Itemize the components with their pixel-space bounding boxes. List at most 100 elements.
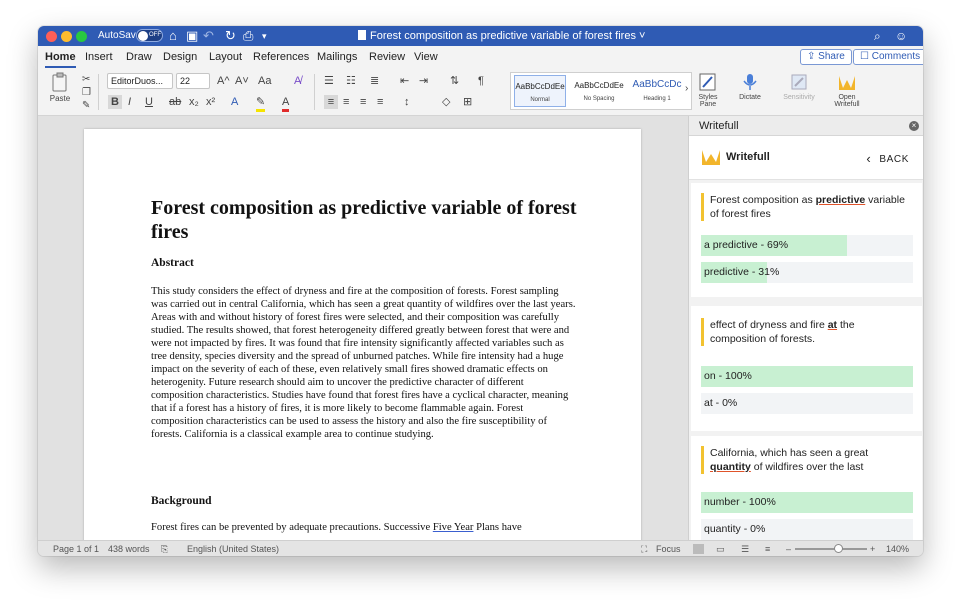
- option-label: a predictive - 69%: [704, 239, 789, 251]
- suggestion-option[interactable]: at - 0%: [701, 393, 913, 414]
- cut-icon[interactable]: ✂: [82, 73, 90, 87]
- subscript-button[interactable]: x₂: [189, 95, 199, 109]
- tab-design[interactable]: Design: [163, 51, 197, 63]
- underline-button[interactable]: U: [145, 95, 153, 109]
- print-icon[interactable]: ⎙: [243, 28, 253, 44]
- autosave-toggle[interactable]: OFF: [136, 29, 163, 42]
- share-button[interactable]: ⇪ Share: [800, 49, 852, 65]
- language-status[interactable]: English (United States): [187, 544, 279, 554]
- minimize-window-button[interactable]: [61, 31, 72, 42]
- gallery-more-icon[interactable]: ›: [685, 82, 688, 96]
- clear-format-icon[interactable]: A̸: [294, 74, 301, 88]
- suggestion-option[interactable]: a predictive - 69%: [701, 235, 913, 256]
- context-after: of wildfires over the last: [750, 461, 864, 473]
- tab-home[interactable]: Home: [45, 51, 76, 68]
- align-left-icon[interactable]: ≡: [324, 95, 338, 109]
- align-right-icon[interactable]: ≡: [360, 95, 366, 109]
- shading-icon[interactable]: ◇: [442, 95, 450, 109]
- numbering-icon[interactable]: ☷: [346, 74, 356, 88]
- search-icon[interactable]: ⌕: [874, 28, 881, 44]
- suggestion-card: effect of dryness and fire at the compos…: [691, 306, 922, 431]
- copy-icon[interactable]: ❐: [82, 86, 91, 100]
- redo-icon[interactable]: ↻: [225, 28, 236, 44]
- justify-icon[interactable]: ≡: [377, 95, 383, 109]
- sensitivity-button[interactable]: Sensitivity: [779, 72, 819, 101]
- increase-indent-icon[interactable]: ⇥: [419, 74, 428, 88]
- comments-button[interactable]: ☐ Comments: [853, 49, 923, 65]
- tab-insert[interactable]: Insert: [85, 51, 113, 63]
- tab-layout[interactable]: Layout: [209, 51, 242, 63]
- zoom-slider[interactable]: [795, 544, 867, 553]
- tab-review[interactable]: Review: [369, 51, 405, 63]
- suggestion-option[interactable]: on - 100%: [701, 366, 913, 387]
- italic-button[interactable]: I: [128, 95, 131, 109]
- align-center-icon[interactable]: ≡: [343, 95, 349, 109]
- line-spacing-icon[interactable]: ↕: [404, 95, 410, 109]
- document-canvas[interactable]: Forest composition as predictive variabl…: [38, 116, 688, 540]
- save-icon[interactable]: ▣: [186, 28, 198, 44]
- tab-draw[interactable]: Draw: [126, 51, 152, 63]
- format-painter-icon[interactable]: ✎: [82, 99, 90, 113]
- web-layout-view-icon[interactable]: ▭: [716, 544, 725, 555]
- customize-toolbar-icon[interactable]: ▾: [262, 28, 267, 44]
- zoom-in-button[interactable]: +: [870, 544, 875, 554]
- suggestion-option[interactable]: number - 100%: [701, 492, 913, 513]
- font-name-select[interactable]: EditorDuos...: [107, 73, 173, 89]
- outline-view-icon[interactable]: ☰: [741, 544, 749, 555]
- context-highlight: quantity: [710, 461, 751, 473]
- style-sample: AaBbCcDdEe: [515, 82, 565, 91]
- focus-label[interactable]: Focus: [656, 544, 681, 554]
- context-highlight: predictive: [815, 194, 866, 206]
- undo-icon[interactable]: ↶: [203, 28, 214, 44]
- style-no-spacing[interactable]: AaBbCcDdEe No Spacing: [573, 75, 625, 107]
- strikethrough-button[interactable]: ab: [169, 95, 181, 109]
- change-case-button[interactable]: Aa: [258, 74, 271, 88]
- draft-view-icon[interactable]: ≡: [765, 544, 770, 554]
- word-count[interactable]: 438 words: [108, 544, 150, 554]
- borders-icon[interactable]: ⊞: [463, 95, 472, 109]
- zoom-out-button[interactable]: –: [786, 544, 791, 554]
- font-color-icon[interactable]: A: [282, 95, 290, 112]
- multilevel-list-icon[interactable]: ≣: [370, 74, 379, 88]
- close-pane-icon[interactable]: ×: [909, 121, 919, 131]
- print-layout-view-icon[interactable]: [693, 544, 704, 554]
- account-icon[interactable]: ☺: [895, 28, 907, 44]
- font-size-select[interactable]: 22: [176, 73, 210, 89]
- shrink-font-button[interactable]: A˅: [235, 74, 249, 88]
- focus-icon[interactable]: ⛶: [641, 544, 647, 555]
- decrease-indent-icon[interactable]: ⇤: [400, 74, 409, 88]
- page-count[interactable]: Page 1 of 1: [53, 544, 99, 554]
- home-icon[interactable]: ⌂: [169, 28, 177, 44]
- open-writefull-button[interactable]: Open Writefull: [828, 72, 866, 108]
- zoom-window-button[interactable]: [76, 31, 87, 42]
- style-heading-1[interactable]: AaBbCcDc Heading 1: [631, 75, 683, 107]
- style-normal[interactable]: AaBbCcDdEe Normal: [514, 75, 566, 107]
- show-marks-icon[interactable]: ¶: [478, 74, 484, 88]
- suggestion-card: California, which has seen a great quant…: [691, 436, 922, 540]
- paste-button[interactable]: Paste: [46, 72, 74, 103]
- back-button[interactable]: ‹ BACK: [866, 151, 909, 166]
- bullets-icon[interactable]: ☰: [324, 74, 334, 88]
- style-sample: AaBbCcDc: [632, 79, 682, 90]
- context-before: effect of dryness and fire: [710, 319, 828, 331]
- styles-pane-label: Styles Pane: [698, 94, 718, 108]
- grow-font-button[interactable]: A^: [217, 74, 230, 88]
- tab-mailings[interactable]: Mailings: [317, 51, 357, 63]
- tab-view[interactable]: View: [414, 51, 438, 63]
- superscript-button[interactable]: x²: [206, 95, 215, 109]
- bold-button[interactable]: B: [108, 95, 122, 109]
- zoom-slider-thumb[interactable]: [834, 544, 844, 553]
- document-page[interactable]: Forest composition as predictive variabl…: [84, 129, 641, 540]
- styles-pane-button[interactable]: Styles Pane: [694, 72, 722, 108]
- suggestion-option[interactable]: quantity - 0%: [701, 519, 913, 540]
- dictate-button[interactable]: Dictate: [735, 72, 765, 101]
- sort-icon[interactable]: ⇅: [450, 74, 459, 88]
- tab-references[interactable]: References: [253, 51, 309, 63]
- suggestion-option[interactable]: predictive - 31%: [701, 262, 913, 283]
- context-before: Forest composition as: [710, 194, 816, 206]
- zoom-level[interactable]: 140%: [886, 544, 909, 554]
- highlight-icon[interactable]: ✎: [256, 95, 266, 112]
- close-window-button[interactable]: [46, 31, 57, 42]
- text-effects-icon[interactable]: A: [231, 95, 238, 109]
- proofing-icon[interactable]: ⎘: [161, 544, 168, 555]
